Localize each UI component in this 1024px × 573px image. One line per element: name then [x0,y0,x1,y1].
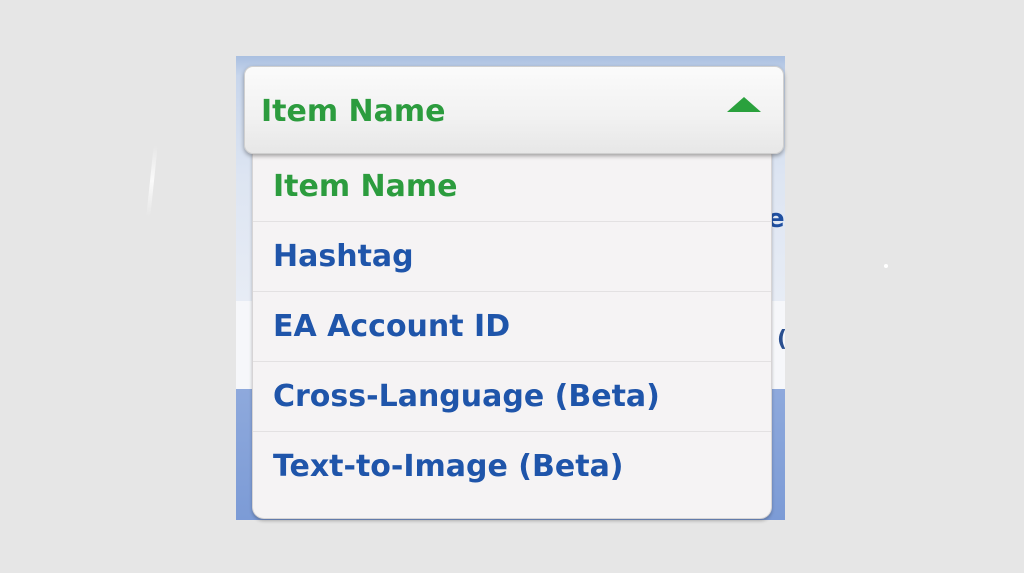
page: e ( Item Name Item Name Hashtag EA Accou… [0,0,1024,573]
dropdown-option-ea-account-id[interactable]: EA Account ID [253,292,771,362]
dropdown-option-cross-language[interactable]: Cross-Language (Beta) [253,362,771,432]
dropdown-selected-value: Item Name [261,94,446,129]
dropdown-option-label: Item Name [273,169,458,204]
dropdown-options-list: Item Name Hashtag EA Account ID Cross-La… [252,152,772,519]
dropdown-option-hashtag[interactable]: Hashtag [253,222,771,292]
background-streak [146,144,158,218]
triangle-up-icon[interactable] [727,97,761,112]
background-speck [884,264,888,268]
dropdown-option-label: Text-to-Image (Beta) [273,449,624,484]
dropdown-option-label: Cross-Language (Beta) [273,379,660,414]
search-type-dropdown[interactable]: Item Name [244,66,784,154]
dropdown-option-item-name[interactable]: Item Name [253,152,771,222]
dropdown-option-text-to-image[interactable]: Text-to-Image (Beta) [253,432,771,502]
dropdown-option-label: Hashtag [273,239,414,274]
dropdown-option-label: EA Account ID [273,309,511,344]
background-partial-glyph: ( [777,328,785,352]
